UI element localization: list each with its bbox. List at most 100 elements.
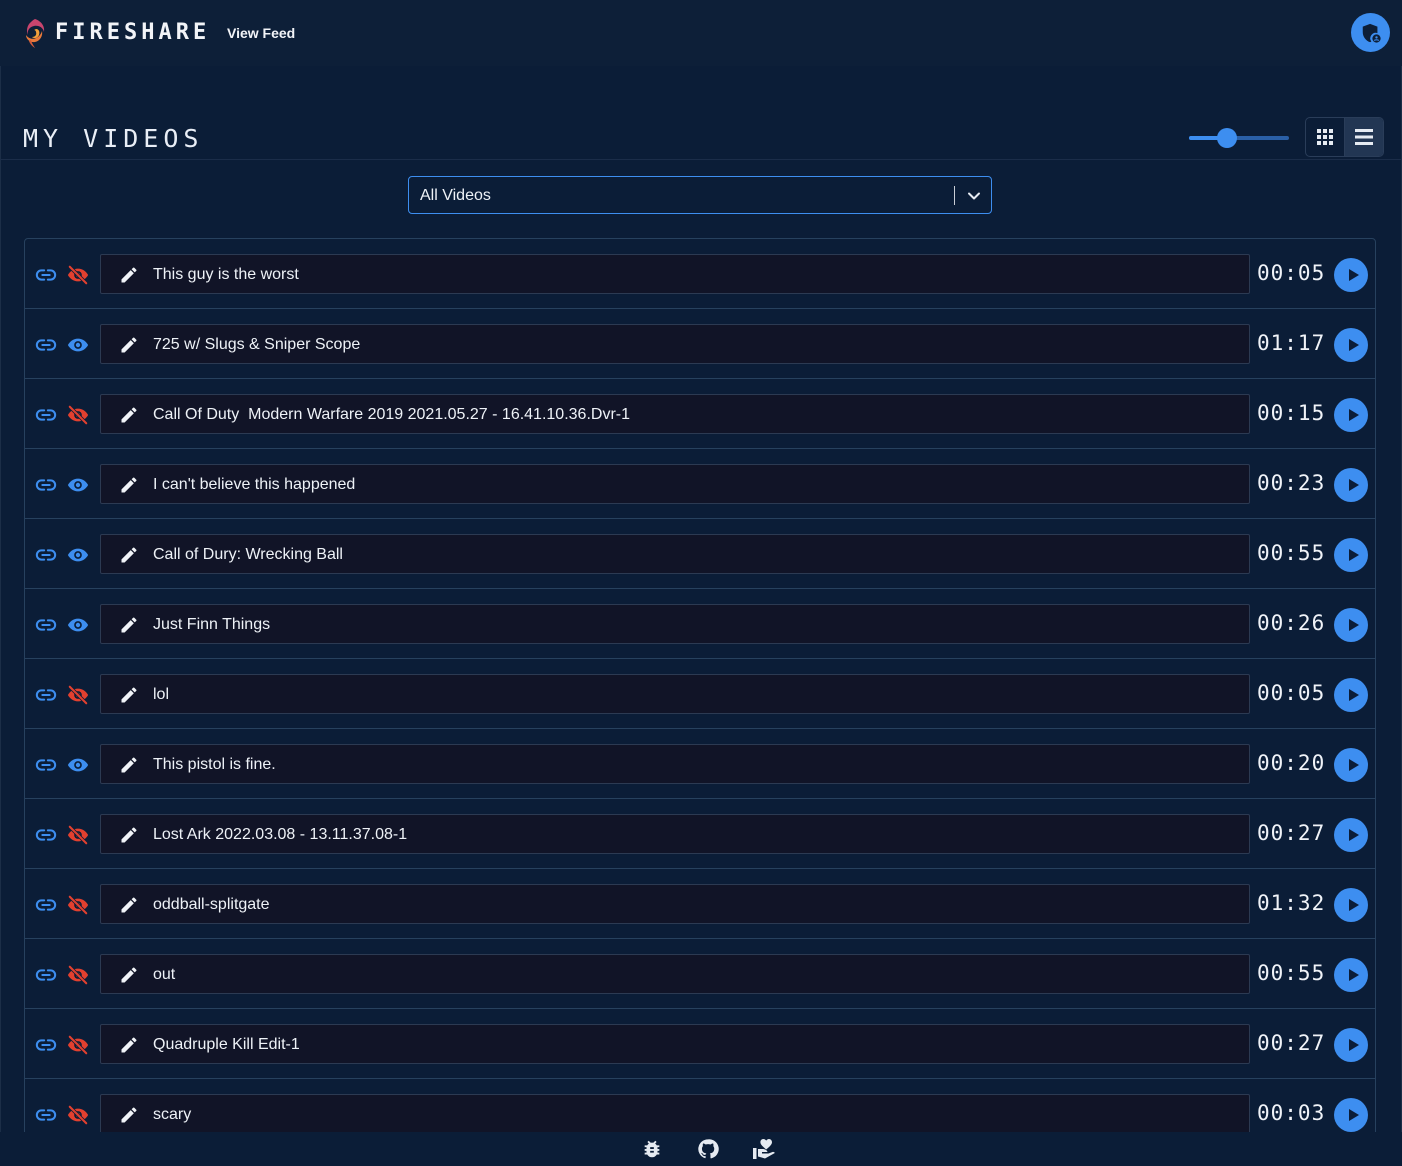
video-title[interactable]: out — [153, 966, 175, 984]
eye-off-icon[interactable] — [66, 684, 90, 711]
brand-name[interactable]: FIRESHARE — [55, 20, 210, 45]
video-title[interactable]: This pistol is fine. — [153, 756, 276, 774]
copy-link-icon[interactable] — [35, 264, 57, 291]
page-title: MY VIDEOS — [23, 124, 204, 153]
play-icon — [1345, 757, 1361, 773]
account-avatar-button[interactable] — [1351, 13, 1390, 52]
video-title-field[interactable]: Lost Ark 2022.03.08 - 13.11.37.08-1 — [100, 814, 1250, 854]
video-title-field[interactable]: out — [100, 954, 1250, 994]
eye-off-icon[interactable] — [66, 1034, 90, 1061]
pencil-icon[interactable] — [119, 475, 139, 500]
view-feed-link[interactable]: View Feed — [227, 25, 295, 41]
video-row: Quadruple Kill Edit-1 00:27 — [25, 1009, 1375, 1079]
bug-icon[interactable] — [641, 1138, 663, 1160]
copy-link-icon[interactable] — [35, 544, 57, 571]
video-title-field[interactable]: Quadruple Kill Edit-1 — [100, 1024, 1250, 1064]
eye-icon[interactable] — [66, 544, 90, 571]
play-button[interactable] — [1334, 678, 1368, 712]
eye-icon[interactable] — [66, 474, 90, 501]
eye-icon[interactable] — [66, 754, 90, 781]
video-title-field[interactable]: This guy is the worst — [100, 254, 1250, 294]
video-title[interactable]: Lost Ark 2022.03.08 - 13.11.37.08-1 — [153, 826, 407, 844]
play-button[interactable] — [1334, 888, 1368, 922]
video-title-field[interactable]: lol — [100, 674, 1250, 714]
list-view-button[interactable] — [1344, 118, 1383, 156]
eye-off-icon[interactable] — [66, 964, 90, 991]
shield-user-icon — [1362, 23, 1381, 43]
pencil-icon[interactable] — [119, 825, 139, 850]
play-button[interactable] — [1334, 958, 1368, 992]
video-title[interactable]: 725 w/ Slugs & Sniper Scope — [153, 336, 360, 354]
copy-link-icon[interactable] — [35, 474, 57, 501]
fireshare-logo-icon[interactable] — [22, 17, 48, 49]
play-button[interactable] — [1334, 748, 1368, 782]
video-row: Lost Ark 2022.03.08 - 13.11.37.08-1 00:27 — [25, 799, 1375, 869]
video-filter-select[interactable]: All Videos — [408, 176, 992, 214]
pencil-icon[interactable] — [119, 335, 139, 360]
eye-off-icon[interactable] — [66, 894, 90, 921]
grid-view-button[interactable] — [1306, 118, 1344, 156]
copy-link-icon[interactable] — [35, 894, 57, 921]
video-title[interactable]: lol — [153, 686, 169, 704]
eye-off-icon[interactable] — [66, 404, 90, 431]
play-button[interactable] — [1334, 258, 1368, 292]
video-title-field[interactable]: scary — [100, 1094, 1250, 1134]
play-button[interactable] — [1334, 608, 1368, 642]
eye-off-icon[interactable] — [66, 1104, 90, 1131]
pencil-icon[interactable] — [119, 615, 139, 640]
play-button[interactable] — [1334, 1028, 1368, 1062]
video-list: This guy is the worst 00:05 725 w/ Slugs &… — [24, 238, 1376, 1138]
copy-link-icon[interactable] — [35, 684, 57, 711]
play-icon — [1345, 267, 1361, 283]
play-button[interactable] — [1334, 538, 1368, 572]
video-title[interactable]: This guy is the worst — [153, 266, 299, 284]
video-title[interactable]: scary — [153, 1106, 191, 1124]
pencil-icon[interactable] — [119, 405, 139, 430]
pencil-icon[interactable] — [119, 1035, 139, 1060]
eye-icon[interactable] — [66, 614, 90, 641]
card-size-slider[interactable] — [1189, 128, 1289, 148]
play-button[interactable] — [1334, 398, 1368, 432]
github-icon[interactable] — [697, 1138, 719, 1160]
copy-link-icon[interactable] — [35, 754, 57, 781]
pencil-icon[interactable] — [119, 545, 139, 570]
play-button[interactable] — [1334, 468, 1368, 502]
slider-thumb[interactable] — [1217, 128, 1237, 148]
eye-icon[interactable] — [66, 334, 90, 361]
play-button[interactable] — [1334, 328, 1368, 362]
copy-link-icon[interactable] — [35, 404, 57, 431]
play-icon — [1345, 477, 1361, 493]
play-button[interactable] — [1334, 818, 1368, 852]
pencil-icon[interactable] — [119, 755, 139, 780]
eye-off-icon[interactable] — [66, 824, 90, 851]
pencil-icon[interactable] — [119, 965, 139, 990]
eye-off-icon[interactable] — [66, 264, 90, 291]
copy-link-icon[interactable] — [35, 964, 57, 991]
video-title-field[interactable]: This pistol is fine. — [100, 744, 1250, 784]
video-title-field[interactable]: Just Finn Things — [100, 604, 1250, 644]
copy-link-icon[interactable] — [35, 824, 57, 851]
copy-link-icon[interactable] — [35, 334, 57, 361]
video-title-field[interactable]: Call of Dury: Wrecking Ball — [100, 534, 1250, 574]
video-title[interactable]: I can't believe this happened — [153, 476, 355, 494]
copy-link-icon[interactable] — [35, 614, 57, 641]
chevron-down-icon[interactable] — [965, 187, 983, 205]
pencil-icon[interactable] — [119, 895, 139, 920]
title-divider — [0, 159, 1402, 160]
pencil-icon[interactable] — [119, 265, 139, 290]
video-title[interactable]: Just Finn Things — [153, 616, 270, 634]
pencil-icon[interactable] — [119, 685, 139, 710]
donate-hand-heart-icon[interactable] — [752, 1138, 776, 1160]
pencil-icon[interactable] — [119, 1105, 139, 1130]
play-button[interactable] — [1334, 1098, 1368, 1132]
video-title-field[interactable]: oddball-splitgate — [100, 884, 1250, 924]
video-title[interactable]: Quadruple Kill Edit-1 — [153, 1036, 300, 1054]
video-title[interactable]: Call of Dury: Wrecking Ball — [153, 546, 343, 564]
video-title[interactable]: oddball-splitgate — [153, 896, 270, 914]
video-title-field[interactable]: I can't believe this happened — [100, 464, 1250, 504]
video-title-field[interactable]: 725 w/ Slugs & Sniper Scope — [100, 324, 1250, 364]
copy-link-icon[interactable] — [35, 1104, 57, 1131]
video-title-field[interactable]: Call Of Duty Modern Warfare 2019 2021.05… — [100, 394, 1250, 434]
copy-link-icon[interactable] — [35, 1034, 57, 1061]
video-title[interactable]: Call Of Duty Modern Warfare 2019 2021.05… — [153, 406, 630, 424]
